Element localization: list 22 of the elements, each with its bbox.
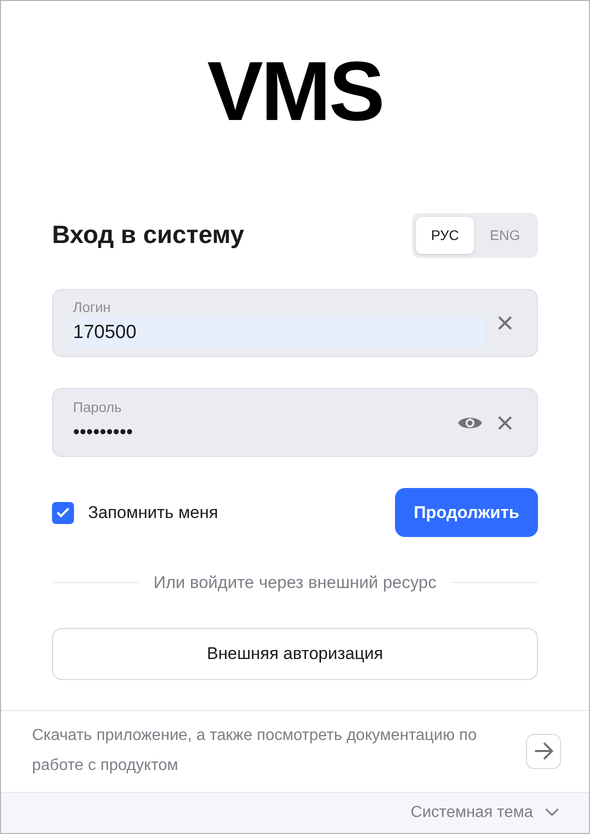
- theme-select[interactable]: Системная тема: [410, 800, 533, 825]
- logo: VMS: [207, 45, 383, 140]
- external-auth-button[interactable]: Внешняя авторизация: [52, 628, 538, 680]
- checkbox[interactable]: [52, 502, 74, 524]
- divider-text: Или войдите через внешний ресурс: [154, 572, 436, 594]
- clear-icon[interactable]: [497, 315, 513, 331]
- arrow-button[interactable]: [526, 734, 561, 768]
- arrow-right-icon: [534, 742, 554, 760]
- field-label: Пароль: [73, 398, 123, 416]
- field-value: •••••••••: [73, 420, 134, 444]
- login-field[interactable]: Логин 170500: [52, 289, 538, 357]
- language-tab[interactable]: РУС: [416, 217, 474, 254]
- footer-text: Скачать приложение, а также посмотреть документацию по работе с продуктом: [32, 726, 478, 776]
- chevron-down-icon[interactable]: [545, 808, 559, 818]
- password-field[interactable]: Пароль •••••••••: [52, 388, 538, 457]
- check-icon: [56, 507, 70, 518]
- page-heading: Вход в систему: [52, 220, 244, 251]
- continue-button[interactable]: Продолжить: [395, 488, 538, 537]
- field-label: Логин: [73, 298, 112, 316]
- clear-icon[interactable]: [497, 414, 513, 430]
- checkbox-label: Запомнить меня: [88, 502, 218, 524]
- field-value: 170500: [73, 318, 485, 348]
